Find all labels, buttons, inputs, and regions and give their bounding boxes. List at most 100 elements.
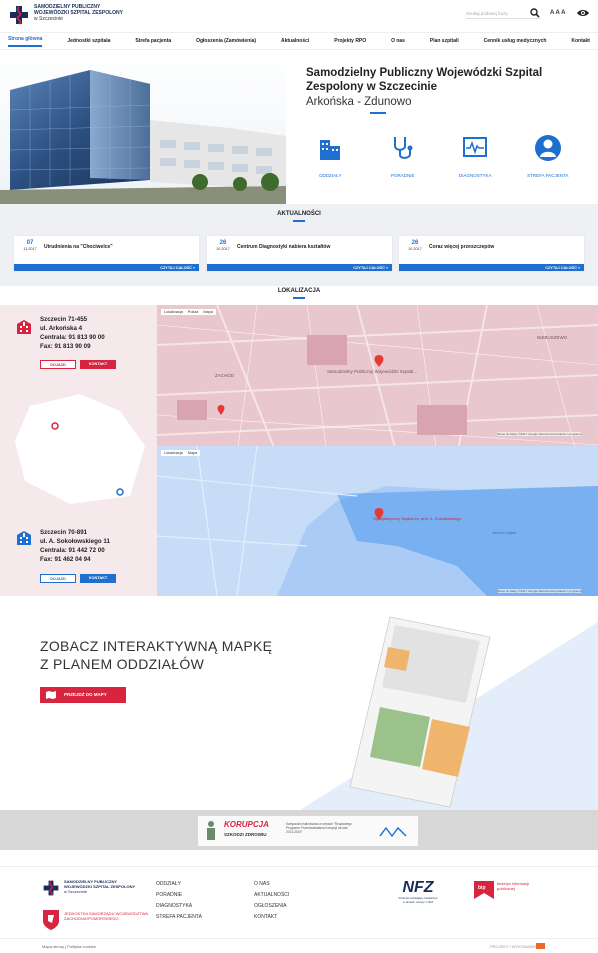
anti-text: Kampania realizowana w ramach "Rządowego… (286, 822, 352, 834)
map-lake-label: Jezioro Dąbie (492, 530, 517, 535)
address-street: ul. Arkońska 4 (40, 325, 83, 332)
news-card[interactable]: 26 10.2017 Centrum Diagnostyki nabiera ks… (207, 236, 392, 271)
ministry-logo (379, 826, 407, 838)
map-tab[interactable]: Lokalizacja (164, 451, 183, 455)
caduceus-icon (10, 6, 28, 25)
news-title-text[interactable]: Coraz więcej przeszczepów (429, 244, 494, 250)
region-map-image (15, 394, 145, 504)
address-city: Szczecin 70-891 (40, 529, 88, 536)
news-month: 10.2017 (408, 247, 422, 251)
footer-link[interactable]: STREFA PACJENTA (156, 912, 202, 923)
quick-links: ODDZIAŁY PORADNIE DIAGNOSTYKA STREFA PAC… (294, 134, 584, 178)
nav-about[interactable]: O nas (391, 38, 405, 44)
footer-bottom-links[interactable]: Mapa strony | Polityka cookies (42, 944, 96, 949)
site-header: SAMODZIELNY PUBLICZNY WOJEWÓDZKI SZPITAL… (0, 0, 598, 30)
news-month: 11.2017 (23, 247, 37, 251)
read-more-button[interactable]: CZYTAJ CAŁOŚĆ » (207, 264, 392, 271)
map-tabs[interactable]: Lokalizacja Mapa (161, 450, 201, 456)
address-street: ul. A. Sokołowskiego 11 (40, 538, 110, 545)
location-row: Szczecin 70-891 ul. A. Sokołowskiego 11 … (0, 394, 598, 596)
address-block: Szczecin 70-891 ul. A. Sokołowskiego 11 … (40, 528, 110, 564)
panel-background (300, 616, 598, 810)
region-text: JEDNOSTKA SAMORZĄDU WOJEWÓDZTWA ZACHODNI… (64, 911, 148, 921)
search-input[interactable]: Szukaj podanej frazy (466, 9, 540, 19)
footer-link[interactable]: DIAGNOSTYKA (156, 901, 202, 912)
nav-prices[interactable]: Cennik usług medycznych (484, 38, 547, 44)
go-to-map-button[interactable]: PRZEJDŹ DO MAPY (40, 687, 126, 703)
quick-link-label: PORADNIE (390, 173, 415, 178)
bip-text: biuletyn informacji publicznej (497, 881, 530, 891)
nav-plan[interactable]: Plan szpitali (430, 38, 459, 44)
nfz-sub: Podmiot udzielający świadczeń w ramach u… (398, 896, 438, 904)
heading-line1: ZOBACZ INTERAKTYWNĄ MAPKĘ (40, 638, 273, 654)
agency-logo[interactable] (536, 943, 545, 949)
hero-title: Samodzielny Publiczny Wojewódzki Szpital… (306, 67, 543, 93)
news-title: AKTUALNOŚCI (0, 211, 598, 222)
quick-link-wards[interactable]: ODDZIAŁY (300, 134, 360, 178)
caduceus-icon (43, 880, 59, 896)
figure-icon (207, 821, 215, 840)
font-size-switch[interactable]: A A A (550, 10, 565, 16)
map-marker-label: Samodzielny Publiczny Wojewódzki Szpital… (327, 369, 417, 374)
interactive-heading: ZOBACZ INTERAKTYWNĄ MAPKĘ Z PLANEM ODDZIA… (40, 637, 272, 673)
map-tab[interactable]: Pokaż (188, 310, 199, 314)
nav-announcements[interactable]: Ogłoszenia (Zamówienia) (196, 38, 256, 44)
eye-icon[interactable] (577, 9, 589, 17)
bip-logo[interactable]: bip biuletyn informacji publicznej (474, 881, 537, 899)
news-card[interactable]: 07 11.2017 Utrudnienia na "Chociwelce" CZ… (14, 236, 199, 271)
hero-section: Samodzielny Publiczny Wojewódzki Szpital… (0, 50, 598, 204)
map-tab[interactable]: Mapa (188, 451, 198, 455)
nav-home[interactable]: Strona główna (8, 36, 43, 47)
contact-button[interactable]: KONTAKT (80, 360, 116, 369)
hospital-logo[interactable]: SAMODZIELNY PUBLICZNY WOJEWÓDZKI SZPITAL… (8, 4, 144, 26)
map-marker-label: Specjalistyczny Szpital im. prof. A. Sok… (373, 516, 462, 521)
logo-line3: w Szczecinie (64, 889, 88, 894)
search-icon[interactable] (530, 8, 540, 18)
anti-corruption-banner: KORUPCJA SZKODZI ZDROWIU Kampania realiz… (0, 810, 598, 850)
news-card[interactable]: 26 10.2017 Coraz więcej przeszczepów CZYT… (399, 236, 584, 271)
main-nav: Strona główna Jednostki szpitala Strefa … (0, 32, 598, 50)
address-phone: Centrala: 91 813 90 00 (40, 334, 105, 341)
read-more-button[interactable]: CZYTAJ CAŁOŚĆ » (14, 264, 199, 271)
footer-link[interactable]: O NAS (254, 879, 289, 890)
news-month: 10.2017 (216, 247, 230, 251)
map-district-label: NIEBUSZEWO (537, 335, 568, 340)
nav-news[interactable]: Aktualności (281, 38, 309, 44)
address-city: Szczecin 71-455 (40, 316, 88, 323)
map-tab[interactable]: Lokalizacja (164, 310, 183, 314)
quick-link-label: STREFA PACJENTA (527, 173, 569, 178)
logo-line3: w Szczecinie (34, 16, 63, 22)
contact-button[interactable]: KONTAKT (80, 574, 116, 583)
quick-link-label: ODDZIAŁY (318, 173, 342, 178)
footer-logo[interactable]: SAMODZIELNY PUBLICZNY WOJEWÓDZKI SZPITAL… (42, 879, 144, 897)
quick-link-patient[interactable]: STREFA PACJENTA (518, 134, 578, 178)
nfz-logo[interactable]: NFZ Podmiot udzielający świadczeń w rama… (398, 879, 438, 904)
site-footer: SAMODZIELNY PUBLICZNY WOJEWÓDZKI SZPITAL… (0, 866, 598, 936)
footer-links-1: ODDZIAŁY PORADNIE DIAGNOSTYKA STREFA PAC… (156, 879, 202, 923)
address-phone: Centrala: 91 442 72 00 (40, 547, 105, 554)
map-sokolowskiego[interactable]: Specjalistyczny Szpital im. prof. A. Sok… (157, 446, 598, 596)
nav-rpo[interactable]: Projekty RPO (334, 38, 366, 44)
footer-link[interactable]: KONTAKT (254, 912, 289, 923)
nav-patient-zone[interactable]: Strefa pacjenta (135, 38, 171, 44)
map-tabs[interactable]: Lokalizacja Pokaż Mapa (161, 309, 216, 315)
footer-link[interactable]: PORADNIE (156, 890, 202, 901)
map-tab[interactable]: Mapa (203, 310, 213, 314)
location-info: Szczecin 70-891 ul. A. Sokołowskiego 11 … (0, 394, 157, 596)
news-title-text[interactable]: Utrudnienia na "Chociwelce" (44, 244, 113, 250)
quick-link-clinics[interactable]: PORADNIE (373, 134, 433, 178)
route-button[interactable]: DOJAZD (40, 574, 76, 583)
address-fax: Fax: 91 462 04 94 (40, 556, 91, 563)
go-to-map-label: PRZEJDŹ DO MAPY (64, 692, 107, 697)
read-more-button[interactable]: CZYTAJ CAŁOŚĆ » (399, 264, 584, 271)
footer-link[interactable]: AKTUALNOŚCI (254, 890, 289, 901)
quick-link-diagnostics[interactable]: DIAGNOSTYKA (445, 134, 505, 178)
svg-text:bip: bip (478, 885, 486, 891)
nav-contact[interactable]: Kontakt (571, 38, 590, 44)
footer-link[interactable]: ODDZIAŁY (156, 879, 202, 890)
nav-units[interactable]: Jednostki szpitala (67, 38, 110, 44)
footer-link[interactable]: OGŁOSZENIA (254, 901, 289, 912)
map-icon (46, 691, 56, 699)
news-title-text[interactable]: Centrum Diagnostyki nabiera kształtów (237, 244, 330, 250)
route-button[interactable]: DOJAZD (40, 360, 76, 369)
